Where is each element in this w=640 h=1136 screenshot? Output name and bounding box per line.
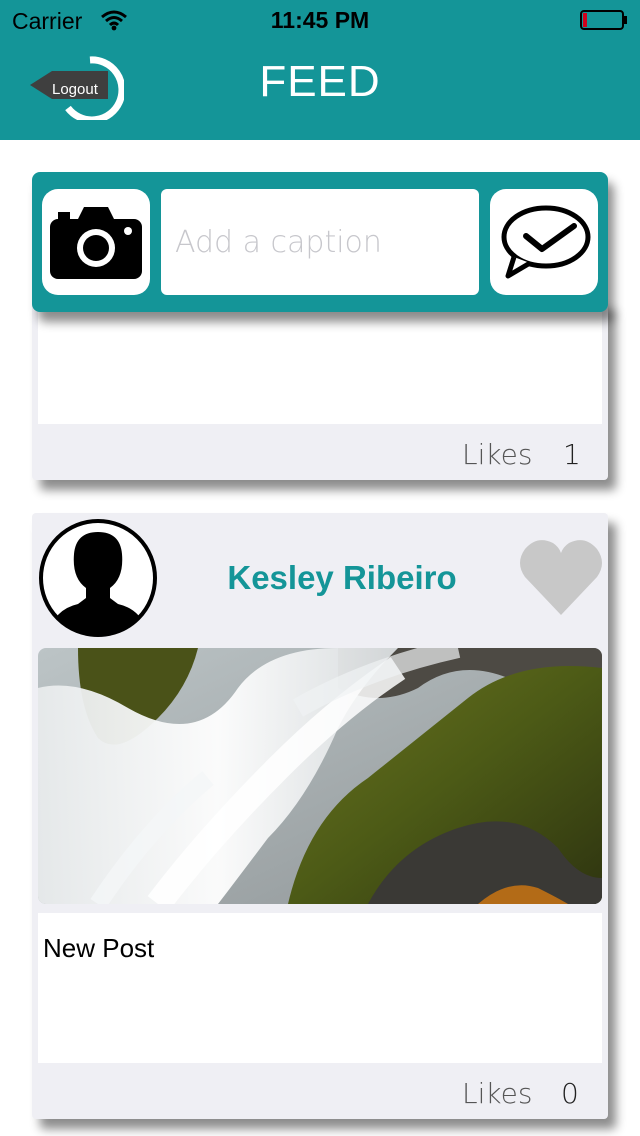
author-name: Kesley Ribeiro [227, 559, 457, 596]
post-photo[interactable] [38, 648, 602, 904]
user-silhouette-icon [39, 519, 157, 637]
waterfall-mossy-rocks-image [38, 648, 602, 904]
post-card: Likes 1 [32, 300, 608, 480]
battery-low-icon [580, 10, 628, 37]
likes-label: Likes [462, 438, 533, 471]
chat-check-icon [501, 205, 591, 279]
post-card: Kesley Ribeiro New Post Likes 0 [32, 513, 608, 1119]
new-post-composer [32, 172, 608, 312]
post-caption: New Post [43, 933, 155, 963]
camera-button[interactable] [42, 189, 150, 295]
feed-screen: Carrier 11:45 PM Logout FEED Likes 1 Add… [0, 0, 640, 1136]
nav-bar: Logout FEED [0, 40, 640, 140]
page-title: FEED [259, 57, 381, 106]
likes-count: 0 [561, 1077, 579, 1110]
send-button[interactable] [490, 189, 598, 295]
heart-icon [520, 540, 602, 615]
camera-icon [50, 207, 142, 279]
like-button[interactable] [519, 537, 603, 617]
status-time: 11:45 PM [270, 7, 370, 33]
status-bar: Carrier 11:45 PM [0, 0, 640, 40]
likes-label: Likes [462, 1077, 533, 1110]
caption-input[interactable] [161, 189, 479, 295]
likes-count: 1 [563, 438, 581, 471]
post-caption-area [38, 300, 602, 424]
